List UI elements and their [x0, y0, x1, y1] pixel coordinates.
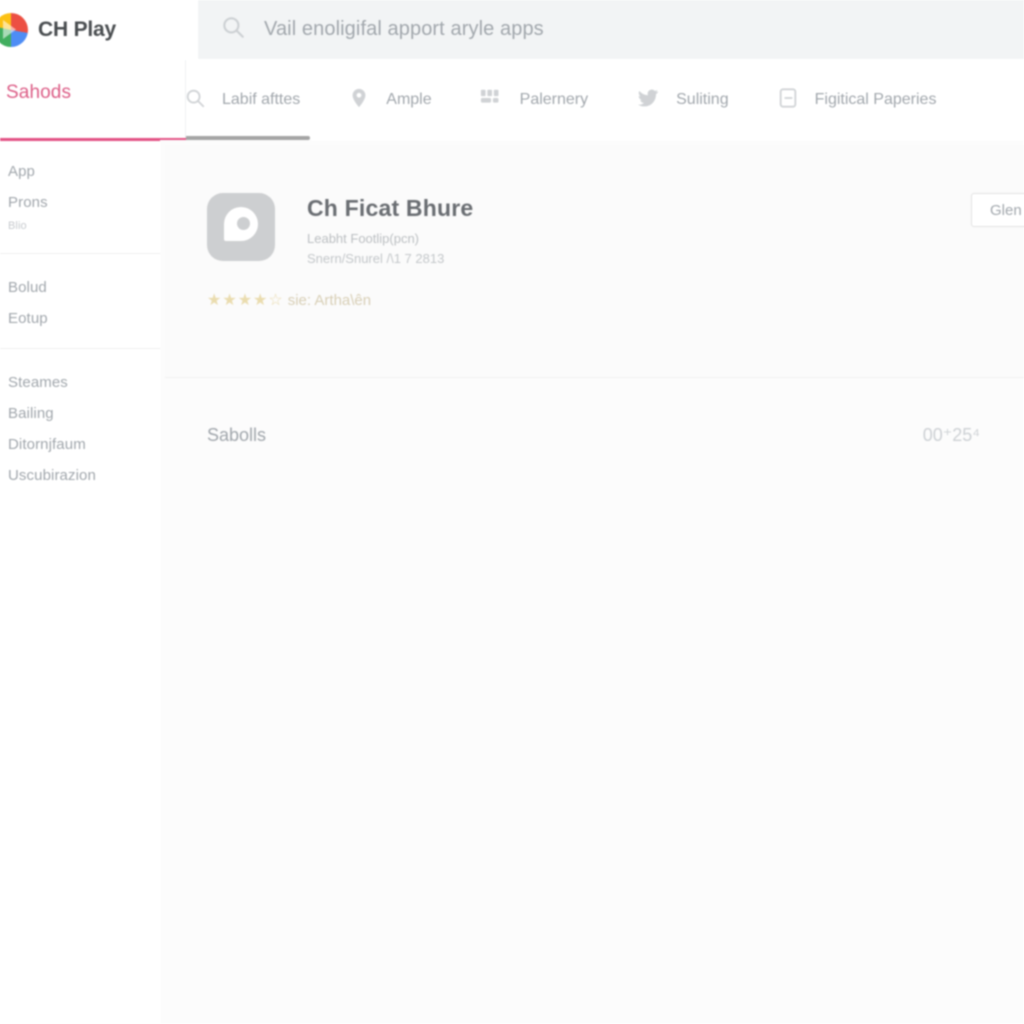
section-title: Sabolls	[207, 424, 267, 445]
tab-label: Suliting	[676, 91, 729, 108]
sidebar-item-bailing[interactable]: Bailing	[0, 398, 186, 429]
search-bar[interactable]	[198, 0, 1024, 59]
section-row: Sabolls 00⁺25⁴	[165, 405, 1024, 465]
app-rating: ★★★★☆ sie: Artha\ên	[207, 290, 371, 310]
sidebar-item-eotup[interactable]: Eotup	[0, 303, 186, 334]
tab-suliting[interactable]: Suliting	[612, 60, 752, 140]
tab-label: Palernery	[519, 91, 589, 108]
app-root: CH Play Labif afttes	[0, 0, 1024, 1024]
sidebar-group: App Prons Blio	[0, 150, 186, 243]
brand-name: CH Play	[38, 18, 116, 41]
app-tile-icon	[207, 193, 275, 261]
main-content: Ch Ficat Bhure Leabht Footlip(pcn) Snern…	[160, 140, 1024, 1024]
nav-tabs: Labif afttes Ample Palernery Suliting Fi…	[160, 60, 1024, 140]
people-group-icon	[480, 87, 504, 114]
tab-figitical-paperies[interactable]: Figitical Paperies	[753, 60, 961, 140]
tab-ample[interactable]: Ample	[324, 60, 455, 140]
sidebar-group: Bolud Eotup	[0, 253, 186, 338]
document-icon	[777, 87, 799, 114]
sidebar: Sahods App Prons Blio Bolud Eotup Steame…	[0, 60, 186, 1024]
sidebar-item-uscubirazion[interactable]: Uscubirazion	[0, 460, 186, 491]
app-meta-line: Snern/Snurel /\1 7 2813	[307, 251, 445, 266]
play-store-logo-icon	[0, 13, 28, 47]
location-pin-icon	[348, 87, 370, 114]
star-rating-icon: ★★★★☆	[207, 292, 284, 309]
sidebar-item-ditornjfaum[interactable]: Ditornjfaum	[0, 429, 186, 460]
install-button[interactable]: Glen c	[971, 193, 1024, 227]
top-bar: CH Play	[0, 0, 1024, 60]
app-header: Ch Ficat Bhure Leabht Footlip(pcn) Snern…	[207, 193, 473, 266]
sidebar-tab-label: Sahods	[6, 82, 72, 103]
sidebar-item-app[interactable]: App	[0, 156, 186, 187]
sidebar-active-underline	[0, 138, 186, 141]
search-icon	[184, 87, 206, 114]
section-value: 00⁺25⁴	[922, 424, 980, 445]
tab-palernery[interactable]: Palernery	[456, 60, 612, 140]
app-detail-card: Ch Ficat Bhure Leabht Footlip(pcn) Snern…	[165, 145, 1024, 378]
sidebar-group: Steames Bailing Ditornjfaum Uscubirazion	[0, 348, 186, 495]
sidebar-item-prons[interactable]: Prons	[0, 187, 186, 218]
sidebar-list: App Prons Blio Bolud Eotup Steames Baili…	[0, 150, 186, 495]
tab-label: Ample	[386, 91, 432, 108]
app-title: Ch Ficat Bhure	[307, 195, 474, 221]
search-input[interactable]	[264, 18, 1002, 41]
sidebar-item-blio[interactable]: Blio	[0, 218, 186, 239]
search-icon	[220, 14, 246, 45]
app-meta: Ch Ficat Bhure Leabht Footlip(pcn) Snern…	[307, 193, 473, 266]
tab-label: Figitical Paperies	[814, 91, 937, 108]
tab-label: Labif afttes	[222, 91, 301, 108]
app-developer: Leabht Footlip(pcn)	[307, 231, 420, 246]
rating-label: sie: Artha\ên	[287, 291, 372, 309]
twitter-bird-icon	[636, 87, 660, 114]
sidebar-item-steames[interactable]: Steames	[0, 367, 186, 398]
brand[interactable]: CH Play	[0, 13, 116, 47]
sidebar-item-bolud[interactable]: Bolud	[0, 272, 186, 303]
